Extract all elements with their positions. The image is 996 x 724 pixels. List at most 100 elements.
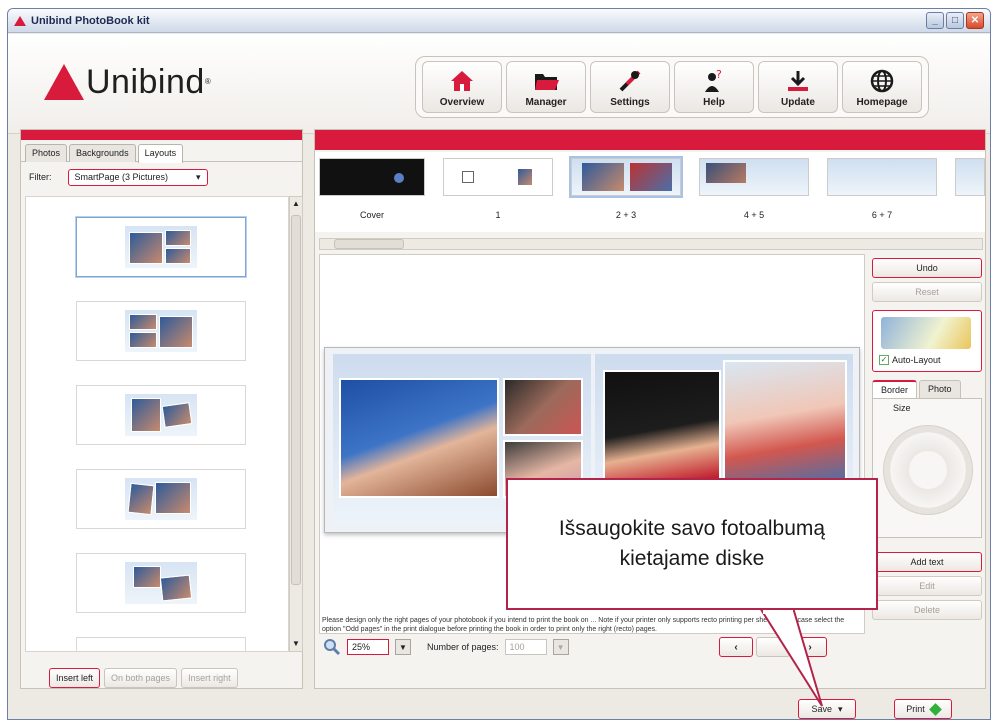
delete-button[interactable]: Delete — [872, 600, 982, 620]
tab-border[interactable]: Border — [872, 380, 918, 398]
app-window: Unibind PhotoBook kit _ □ ✕ Unibind® Ove… — [7, 8, 991, 720]
tab-layouts[interactable]: Layouts — [137, 144, 184, 163]
brand-logo: Unibind® — [44, 64, 211, 100]
previous-page-button[interactable]: ‹ — [719, 637, 753, 657]
print-button[interactable]: Print — [894, 699, 952, 719]
status-bar: Save ▾ Print — [8, 693, 990, 719]
layout-item[interactable] — [76, 301, 246, 361]
layout-item[interactable] — [76, 385, 246, 445]
globe-icon — [870, 69, 894, 93]
update-button[interactable]: Update — [758, 61, 838, 113]
layout-thumbnail — [125, 478, 197, 520]
home-icon — [451, 71, 473, 91]
save-button[interactable]: Save ▾ — [798, 699, 856, 719]
panel-accent-bar — [21, 130, 302, 140]
scrollbar-thumb[interactable] — [291, 215, 301, 585]
layout-list — [25, 196, 289, 652]
size-label: Size — [893, 403, 911, 413]
filter-row: Filter: SmartPage (3 Pictures) ▾ — [21, 162, 302, 192]
chevron-down-icon[interactable]: ▼ — [552, 639, 569, 655]
chevron-down-icon: ▾ — [195, 171, 201, 182]
checkmark-icon: ✓ — [879, 355, 889, 365]
scrollbar-thumb[interactable] — [334, 239, 404, 249]
app-header: Unibind® Overview Manager Settings ? Hel… — [8, 34, 990, 134]
auto-layout-label: Auto-Layout — [892, 355, 941, 365]
svg-text:?: ? — [716, 68, 722, 81]
auto-layout-checkbox[interactable]: ✓ Auto-Layout — [879, 355, 941, 365]
magnifier-icon — [324, 639, 341, 656]
main-toolbar: Overview Manager Settings ? Help Update … — [415, 56, 929, 118]
page-thumb-1[interactable] — [443, 158, 553, 196]
tab-photo[interactable]: Photo — [919, 380, 961, 398]
unibind-logo-icon — [14, 15, 26, 26]
callout-tooltip: Išsaugokite savo fotoalbumą kietajame di… — [506, 478, 878, 610]
callout-text: Išsaugokite savo fotoalbumą kietajame di… — [558, 517, 826, 570]
page-label-1: 1 — [495, 210, 501, 220]
print-label: Print — [906, 704, 925, 714]
minimize-button[interactable]: _ — [926, 12, 944, 29]
layout-thumbnail — [125, 394, 197, 436]
layout-list-scrollbar[interactable]: ▲ ▼ — [289, 196, 303, 652]
chevron-down-icon: ▾ — [837, 703, 843, 714]
photo-frame[interactable] — [503, 378, 583, 436]
undo-button[interactable]: Undo — [872, 258, 982, 278]
layout-thumbnail — [125, 562, 197, 604]
chevron-down-icon[interactable]: ▼ — [395, 639, 411, 655]
page-label-4-5: 4 + 5 — [743, 210, 765, 220]
tools-icon — [619, 70, 641, 92]
insert-buttons: Insert left On both pages Insert right — [49, 668, 238, 688]
insert-left-button[interactable]: Insert left — [49, 668, 101, 688]
page-thumb-6-7[interactable] — [827, 158, 937, 196]
page-thumb-next[interactable] — [955, 158, 985, 196]
tab-backgrounds[interactable]: Backgrounds — [69, 144, 136, 162]
add-text-button[interactable]: Add text — [872, 552, 982, 572]
brand-name: Unibind® — [86, 63, 212, 101]
download-icon — [788, 71, 808, 91]
size-dial[interactable] — [883, 425, 973, 515]
pages-label: Number of pages: — [427, 642, 499, 652]
filter-select[interactable]: SmartPage (3 Pictures) ▾ — [67, 168, 208, 186]
auto-layout-icon — [881, 317, 971, 349]
auto-layout-panel[interactable]: ✓ Auto-Layout — [872, 310, 982, 372]
pages-select[interactable]: 100 — [504, 639, 547, 655]
reset-button[interactable]: Reset — [872, 282, 982, 302]
on-both-pages-button[interactable]: On both pages — [104, 668, 178, 688]
layout-item[interactable] — [76, 469, 246, 529]
folder-icon — [535, 74, 559, 90]
layout-thumbnail — [125, 310, 197, 352]
insert-right-button[interactable]: Insert right — [181, 668, 238, 688]
layout-thumbnail — [125, 226, 197, 268]
layouts-panel: Photos Backgrounds Layouts Filter: Smart… — [20, 129, 303, 689]
settings-button[interactable]: Settings — [590, 61, 670, 113]
edit-button[interactable]: Edit — [872, 576, 982, 596]
page-thumb-2-3[interactable] — [569, 156, 683, 198]
filter-label: Filter: — [29, 172, 52, 182]
manager-button[interactable]: Manager — [506, 61, 586, 113]
save-label: Save — [811, 704, 832, 714]
border-photo-tabs: Border Photo — [872, 380, 982, 398]
page-thumb-4-5[interactable] — [699, 158, 809, 196]
close-button[interactable]: ✕ — [966, 12, 984, 29]
filter-value: SmartPage (3 Pictures) — [74, 172, 169, 182]
layout-item[interactable] — [76, 637, 246, 651]
next-page-button[interactable]: › — [793, 637, 827, 657]
help-icon: ? — [705, 68, 722, 92]
homepage-button[interactable]: Homepage — [842, 61, 922, 113]
maximize-button[interactable]: □ — [946, 12, 964, 29]
scroll-up-icon[interactable]: ▲ — [290, 197, 302, 211]
print-go-icon — [928, 702, 942, 716]
scroll-down-icon[interactable]: ▼ — [290, 637, 302, 651]
tab-photos[interactable]: Photos — [25, 144, 68, 162]
overview-button[interactable]: Overview — [422, 61, 502, 113]
filmstrip-scrollbar[interactable] — [319, 238, 983, 250]
page-thumb-cover[interactable] — [319, 158, 425, 196]
zoom-select[interactable]: 25% — [347, 639, 389, 655]
help-button[interactable]: ? Help — [674, 61, 754, 113]
print-instructions: Please design only the right pages of yo… — [322, 617, 845, 633]
photo-frame[interactable] — [339, 378, 499, 498]
layout-item[interactable] — [76, 553, 246, 613]
layout-item[interactable] — [76, 217, 246, 277]
page-label-6-7: 6 + 7 — [871, 210, 893, 220]
page-navigation: ‹ › — [719, 637, 827, 657]
tools-sidebar: Undo Reset ✓ Auto-Layout Border Photo Si… — [869, 254, 985, 634]
